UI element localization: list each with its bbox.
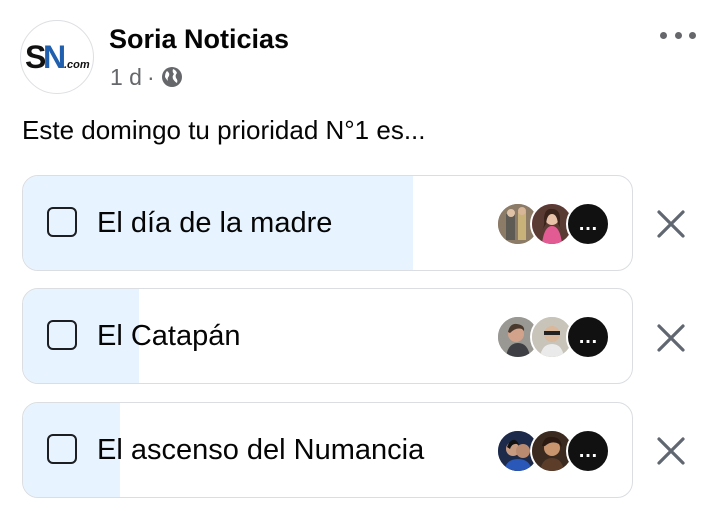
post-time[interactable]: 1 d [110, 62, 142, 92]
more-voters-indicator[interactable]: … [566, 429, 610, 473]
voter-avatars[interactable]: … [496, 202, 610, 246]
poll-option-label: El ascenso del Numancia [97, 434, 425, 466]
remove-option-icon[interactable] [652, 319, 690, 357]
post-card: S N .com Soria Noticias 1 d · Este domin… [0, 0, 714, 511]
meta-separator: · [146, 64, 155, 90]
svg-text:N: N [43, 39, 64, 75]
more-dot [689, 31, 696, 39]
more-voters-indicator[interactable]: … [566, 202, 610, 246]
soria-noticias-logo: S N .com [25, 39, 90, 75]
poll-option-label: El día de la madre [97, 207, 333, 239]
svg-text:.com: .com [64, 59, 90, 71]
voter-avatars[interactable]: … [496, 429, 610, 473]
poll-option-2[interactable]: El Catapán … [22, 288, 633, 384]
poll-checkbox[interactable] [47, 207, 77, 237]
poll-option-label: El Catapán [97, 320, 241, 352]
poll-option-1[interactable]: El día de la madre … [22, 175, 633, 271]
more-voters-indicator[interactable]: … [566, 315, 610, 359]
more-options-button[interactable] [660, 24, 696, 46]
poll-checkbox[interactable] [47, 320, 77, 350]
poll-option-3[interactable]: El ascenso del Numancia … [22, 402, 633, 498]
post-meta: 1 d · [110, 62, 183, 92]
post-text: Este domingo tu prioridad N°1 es... [22, 115, 426, 145]
poll-checkbox[interactable] [47, 434, 77, 464]
remove-option-icon[interactable] [652, 432, 690, 470]
voter-avatars[interactable]: … [496, 315, 610, 359]
remove-option-icon[interactable] [652, 205, 690, 243]
more-dot [674, 31, 682, 39]
more-horizontal-icon [660, 31, 667, 39]
globe-icon [161, 67, 182, 87]
page-name[interactable]: Soria Noticias [109, 22, 289, 56]
page-avatar[interactable]: S N .com [20, 20, 94, 94]
